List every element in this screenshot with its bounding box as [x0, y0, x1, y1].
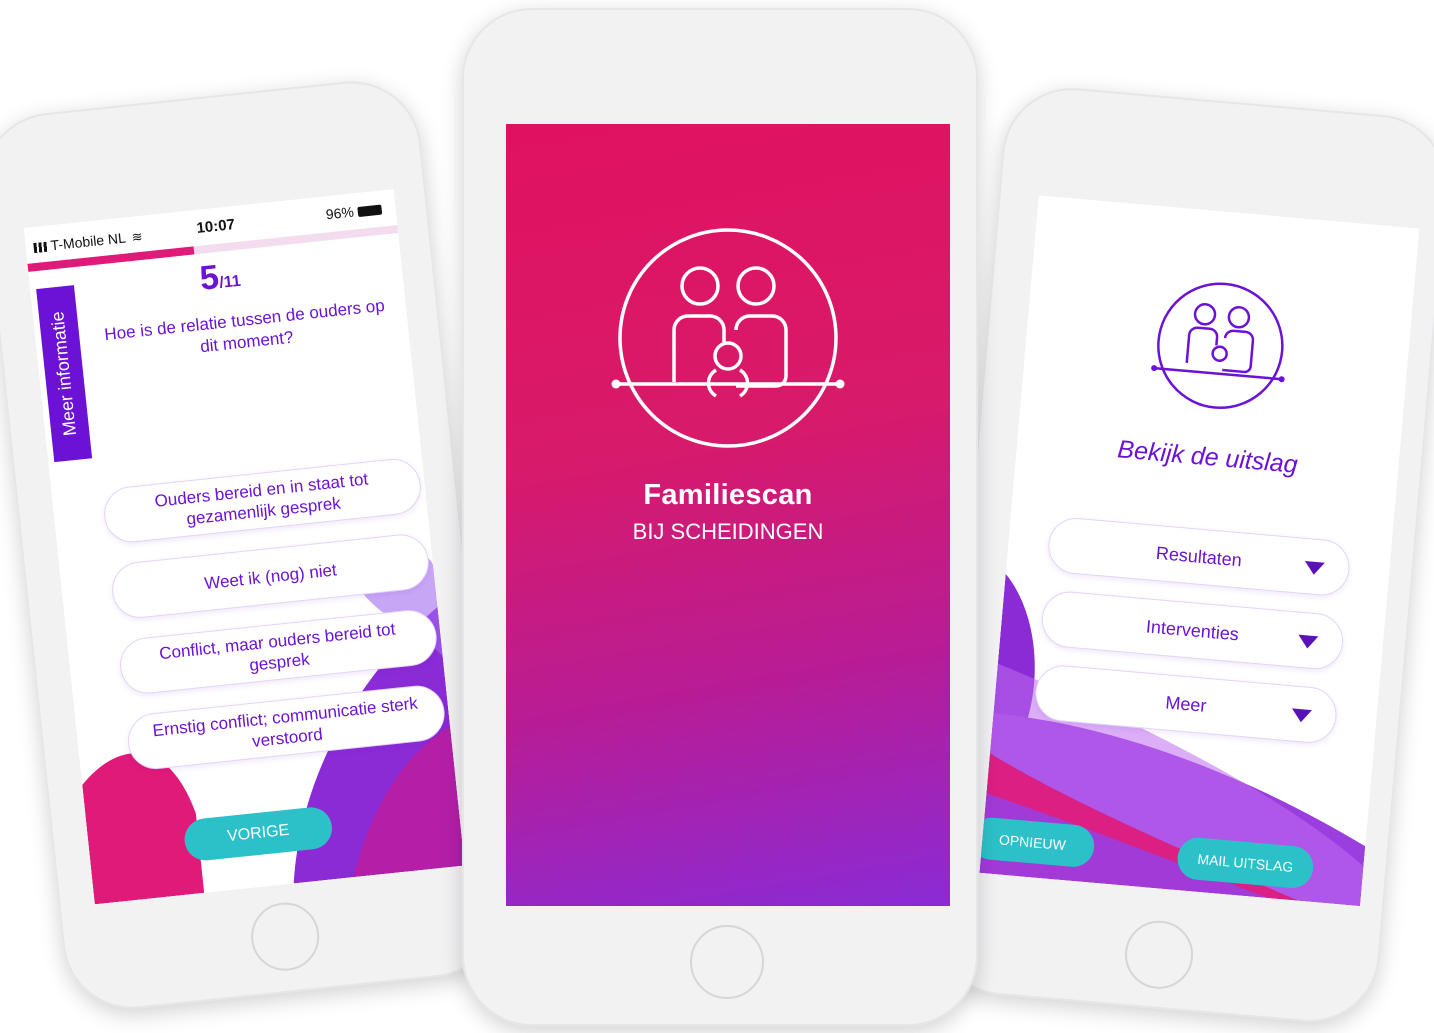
chevron-down-icon	[1290, 708, 1312, 724]
app-title: Familiescan	[643, 479, 813, 511]
splash-screen: Familiescan BIJ SCHEIDINGEN	[506, 124, 950, 906]
chevron-down-icon	[1297, 634, 1319, 650]
battery-icon	[357, 204, 383, 218]
question-counter: 5/11	[197, 258, 242, 298]
chevron-down-icon	[1303, 560, 1325, 576]
phone-splash: Familiescan BIJ SCHEIDINGEN	[462, 8, 978, 1026]
battery-status: 96%	[325, 201, 383, 222]
result-screen: Bekijk de uitslag Resultaten Interventie…	[979, 195, 1420, 907]
familiescan-logo	[611, 228, 845, 448]
phone-question: T-Mobile NL ≋ 10:07 96% Meer informatie 5…	[0, 74, 508, 1016]
home-button[interactable]	[1122, 917, 1196, 992]
wifi-icon: ≋	[130, 229, 144, 246]
phone-result: Bekijk de uitslag Resultaten Interventie…	[929, 82, 1434, 1028]
clock: 10:07	[195, 216, 236, 237]
home-button[interactable]	[690, 925, 764, 999]
question-screen: T-Mobile NL ≋ 10:07 96% Meer informatie 5…	[23, 189, 465, 905]
signal-icon	[33, 241, 49, 254]
home-button[interactable]	[247, 899, 323, 975]
app-subtitle: BIJ SCHEIDINGEN	[632, 519, 824, 544]
familiescan-logo	[1151, 282, 1285, 410]
carrier-label: T-Mobile NL ≋	[33, 227, 147, 255]
